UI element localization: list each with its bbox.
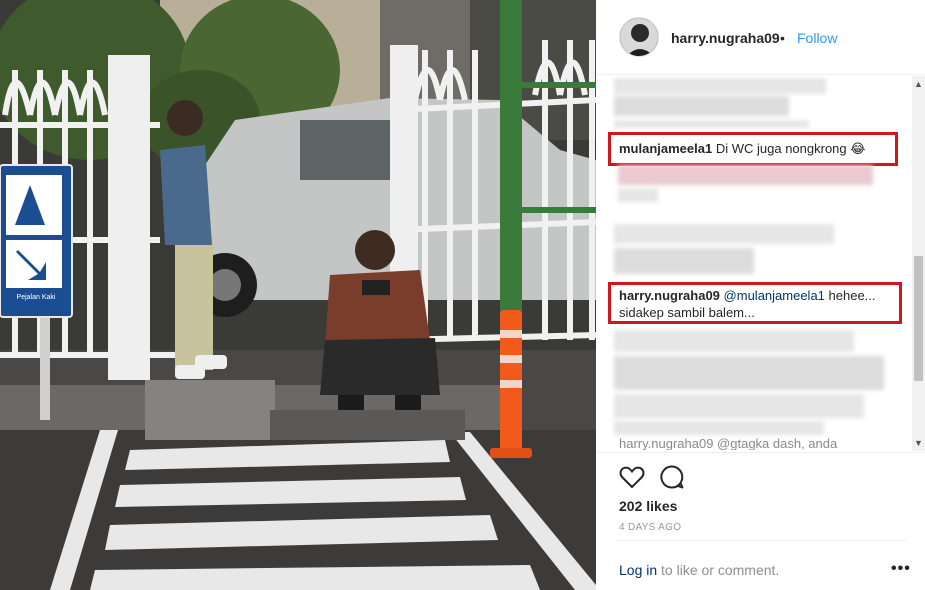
avatar-image [620,18,658,56]
comment-text: hehee... [828,288,876,303]
scroll-down-icon[interactable]: ▼ [912,437,925,449]
heart-icon[interactable] [618,463,646,491]
comment-username[interactable]: harry.nugraha09 [619,288,720,303]
blurred-comment [614,78,826,94]
comment-item: mulanjameela1 Di WC juga nongkrong 😂 [619,140,899,157]
follow-button[interactable]: Follow [797,30,837,46]
login-prompt: Log in to like or comment. [619,562,779,578]
comment-icon[interactable] [658,463,686,491]
post-photo[interactable]: Pejalan Kaki [0,0,596,590]
blurred-comment [614,224,834,244]
header-separator: • [780,30,785,46]
scroll-thumb[interactable] [914,256,923,381]
post-time: 4 DAYS AGO [619,522,682,533]
login-link[interactable]: Log in [619,562,657,578]
comment-item: harry.nugraha09 @mulanjameela1 hehee... … [619,287,899,321]
avatar[interactable] [619,17,659,57]
blurred-comment [614,248,754,274]
blurred-comment [614,356,884,390]
comments-scrollbar[interactable]: ▲ ▼ [912,76,925,451]
post-header: harry.nugraha09 • Follow [596,0,925,75]
blurred-comment [618,165,873,185]
blurred-comment [614,120,809,128]
comment-username[interactable]: mulanjameela1 [619,141,712,156]
scroll-up-icon[interactable]: ▲ [912,78,925,90]
likes-count[interactable]: 202 likes [619,498,677,514]
partial-comment: harry.nugraha09 @gtagka dash, anda [619,438,838,450]
blurred-comment [614,96,789,116]
post-username[interactable]: harry.nugraha09 [671,30,780,46]
post-photo-scene: Pejalan Kaki [0,0,596,590]
comment-text: Di WC juga nongkrong 😂 [715,141,866,156]
blurred-comment [614,394,864,418]
login-prompt-text: to like or comment. [657,562,780,578]
post-side-panel: harry.nugraha09 • Follow mulanjameela1 D… [596,0,925,590]
sign-label: Pejalan Kaki [17,294,56,301]
more-options-icon[interactable]: ••• [891,560,911,578]
post-footer: Log in to like or comment. ••• [616,540,910,590]
blurred-comment [614,330,854,352]
comment-text-continued: sidakep sambil balem... [619,305,755,320]
post-actions: 202 likes 4 DAYS AGO [596,452,925,540]
comment-mention[interactable]: @mulanjameela1 [724,288,825,303]
comments-list[interactable]: mulanjameela1 Di WC juga nongkrong 😂 har… [596,76,925,451]
blurred-comment [614,421,824,435]
blurred-comment [618,188,658,202]
